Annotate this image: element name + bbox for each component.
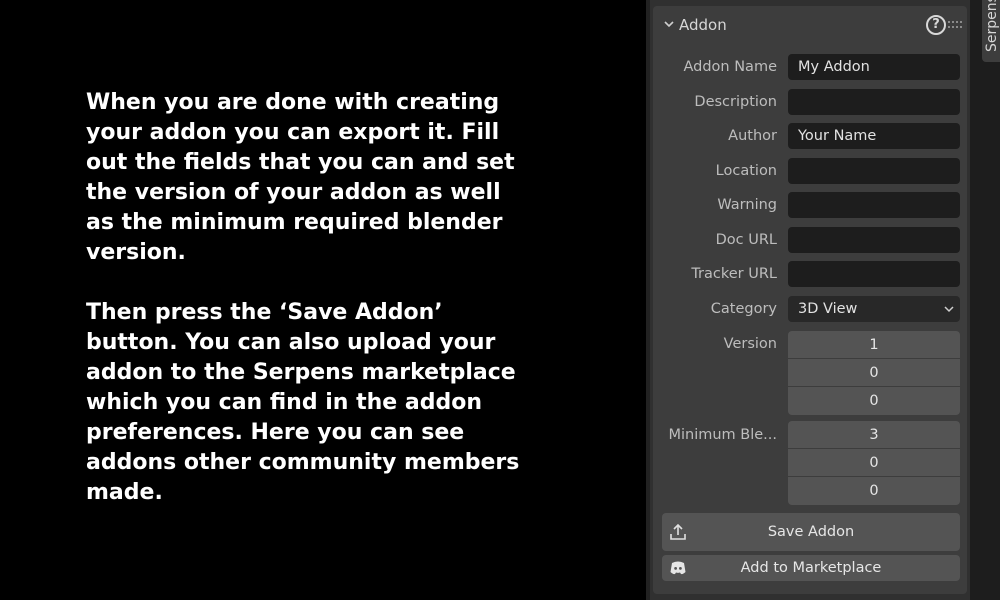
tutorial-text: When you are done with creating your add… xyxy=(86,88,526,508)
min-blender-minor-field[interactable]: 0 xyxy=(788,449,960,477)
version-vector: 1 0 0 xyxy=(788,331,960,415)
panel-title: Addon xyxy=(679,16,727,34)
panel-header[interactable]: Addon ? xyxy=(653,6,967,44)
export-icon xyxy=(670,523,686,540)
tab-serpens-label: Serpens xyxy=(984,0,1000,52)
location-label: Location xyxy=(715,163,777,179)
location-input[interactable] xyxy=(788,158,960,184)
sidebar-region: Addon ? Addon Name My Addon Description … xyxy=(650,0,970,600)
category-value: 3D View xyxy=(798,301,858,317)
author-input[interactable]: Your Name xyxy=(788,123,960,149)
help-icon[interactable]: ? xyxy=(926,15,946,35)
version-patch-field[interactable]: 0 xyxy=(788,387,960,415)
addon-name-label: Addon Name xyxy=(683,59,777,75)
discord-icon xyxy=(670,561,686,575)
tutorial-paragraph-1: When you are done with creating your add… xyxy=(86,90,515,265)
chevron-down-icon xyxy=(944,306,954,313)
description-label: Description xyxy=(694,94,777,110)
drag-grip-icon[interactable] xyxy=(948,20,962,30)
min-blender-label: Minimum Ble... xyxy=(668,427,777,443)
min-blender-major-field[interactable]: 3 xyxy=(788,421,960,449)
min-blender-vector: 3 0 0 xyxy=(788,421,960,505)
doc-url-label: Doc URL xyxy=(715,232,777,248)
warning-label: Warning xyxy=(717,197,777,213)
category-select[interactable]: 3D View xyxy=(788,296,960,322)
doc-url-input[interactable] xyxy=(788,227,960,253)
author-label: Author xyxy=(728,128,777,144)
save-addon-label: Save Addon xyxy=(767,524,855,540)
warning-input[interactable] xyxy=(788,192,960,218)
version-major-field[interactable]: 1 xyxy=(788,331,960,359)
tracker-url-input[interactable] xyxy=(788,261,960,287)
addon-name-input[interactable]: My Addon xyxy=(788,54,960,80)
add-to-marketplace-button[interactable]: Add to Marketplace xyxy=(662,555,960,581)
version-label: Version xyxy=(723,336,777,352)
save-addon-button[interactable]: Save Addon xyxy=(662,513,960,551)
addon-panel: Addon ? Addon Name My Addon Description … xyxy=(653,6,967,594)
min-blender-patch-field[interactable]: 0 xyxy=(788,477,960,505)
tutorial-paragraph-2: Then press the ‘Save Addon’ button. You … xyxy=(86,300,520,505)
tab-strip: Serpens xyxy=(970,0,1000,600)
version-minor-field[interactable]: 0 xyxy=(788,359,960,387)
tracker-url-label: Tracker URL xyxy=(691,266,777,282)
chevron-down-icon[interactable] xyxy=(663,18,675,30)
category-label: Category xyxy=(710,301,777,317)
description-input[interactable] xyxy=(788,89,960,115)
add-to-marketplace-label: Add to Marketplace xyxy=(740,560,882,576)
